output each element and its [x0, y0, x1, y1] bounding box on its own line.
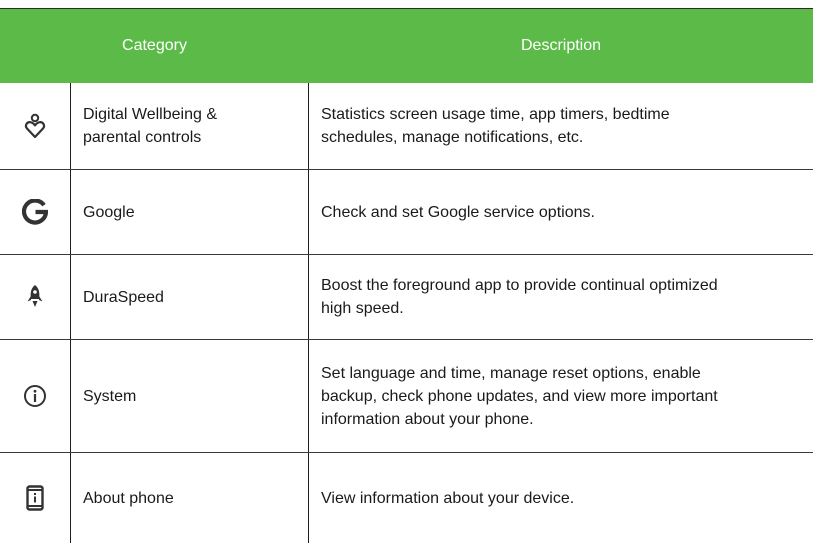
description-text: Statistics screen usage time, app timers…	[321, 106, 670, 146]
table-row: System Set language and time, manage res…	[0, 340, 813, 453]
google-icon	[22, 199, 48, 225]
category-label: System	[83, 387, 137, 405]
table-row: DuraSpeed Boost the foreground app to pr…	[0, 255, 813, 340]
table-row: Google Check and set Google service opti…	[0, 170, 813, 255]
digital-wellbeing-icon	[24, 113, 46, 139]
category-label: Google	[83, 203, 135, 221]
description-text: Set language and time, manage reset opti…	[321, 364, 718, 428]
description-text: Boost the foreground app to provide cont…	[321, 277, 718, 317]
table-header: Category Description	[0, 9, 813, 83]
table-row: About phone View information about your …	[0, 453, 813, 543]
table-row: Digital Wellbeing & parental controls St…	[0, 83, 813, 170]
info-icon	[23, 384, 47, 408]
description-text: View information about your device.	[321, 489, 575, 507]
category-label: About phone	[83, 489, 174, 507]
category-column-header: Category	[122, 37, 187, 54]
settings-table: Category Description Digital Wellbeing &…	[0, 8, 813, 543]
rocket-icon	[26, 284, 44, 310]
description-text: Check and set Google service options.	[321, 203, 595, 221]
category-label: Digital Wellbeing & parental controls	[83, 106, 217, 146]
description-column-header: Description	[520, 37, 602, 54]
category-label: DuraSpeed	[83, 288, 164, 306]
phone-info-icon	[26, 485, 44, 511]
